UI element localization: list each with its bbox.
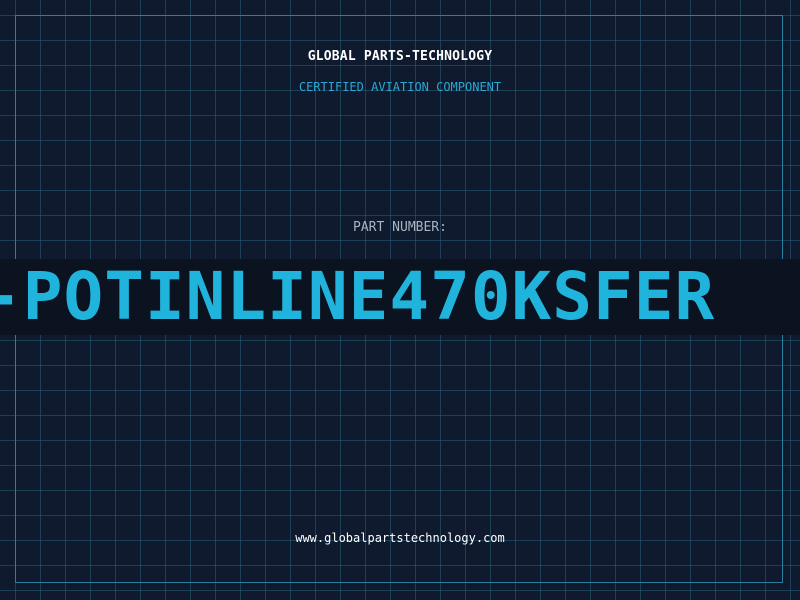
company-name: GLOBAL PARTS-TECHNOLOGY bbox=[307, 49, 493, 64]
website-url: www.globalpartstechnology.com bbox=[295, 531, 505, 545]
part-number-value: -POTINLINE470KSFER bbox=[0, 259, 716, 335]
certification-subtitle: CERTIFIED AVIATION COMPONENT bbox=[298, 80, 502, 94]
part-number-band: -POTINLINE470KSFER bbox=[0, 259, 800, 335]
label-card: GLOBAL PARTS-TECHNOLOGY CERTIFIED AVIATI… bbox=[0, 0, 800, 600]
part-number-label: PART NUMBER: bbox=[353, 220, 447, 235]
